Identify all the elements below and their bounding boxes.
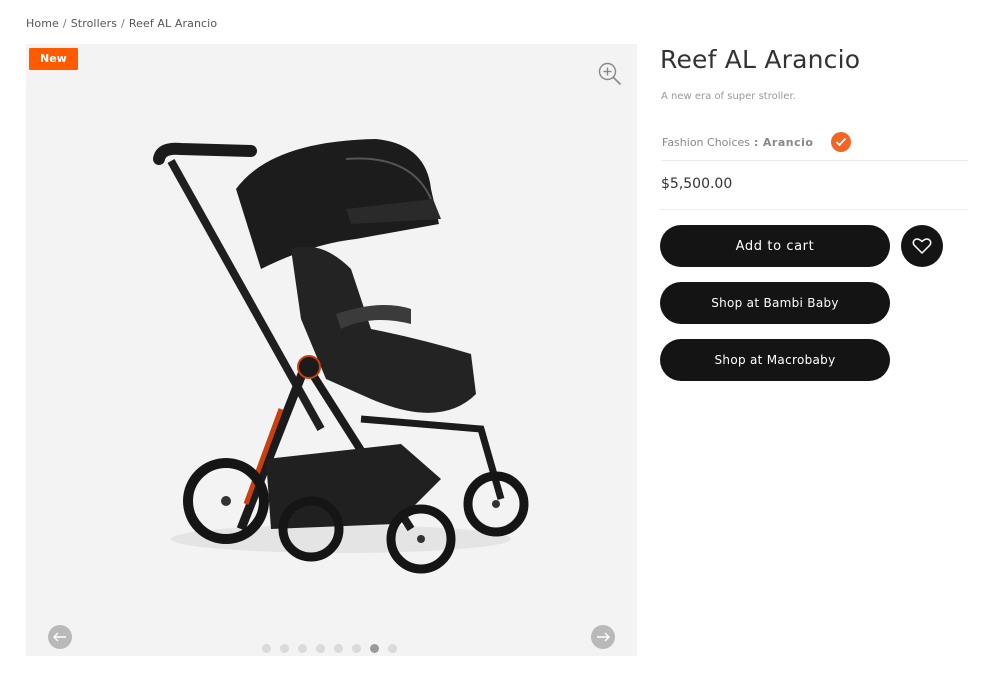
product-price: $5,500.00 <box>661 176 733 192</box>
fashion-choices-label: Fashion Choices <box>662 135 750 149</box>
check-icon <box>836 137 847 147</box>
gallery-dot-active[interactable] <box>370 644 379 653</box>
stroller-image <box>153 139 529 574</box>
gallery-dot[interactable] <box>334 644 343 653</box>
gallery-dots <box>262 644 397 653</box>
arrow-left-icon[interactable] <box>48 625 72 649</box>
fashion-choices: Fashion Choices : Arancio <box>662 132 968 161</box>
new-badge: New <box>29 48 78 70</box>
breadcrumb-home[interactable]: Home <box>26 17 59 30</box>
shop-macrobaby-button[interactable]: Shop at Macrobaby <box>660 339 890 381</box>
gallery-dot[interactable] <box>352 644 361 653</box>
gallery-dot[interactable] <box>388 644 397 653</box>
product-gallery: New <box>26 44 637 656</box>
gallery-dot[interactable] <box>298 644 307 653</box>
add-to-cart-button[interactable]: Add to cart <box>660 225 890 267</box>
breadcrumb-current: Reef AL Arancio <box>128 17 218 30</box>
breadcrumb-strollers[interactable]: Strollers <box>71 17 117 30</box>
heart-icon <box>912 238 932 255</box>
breadcrumb-separator: / <box>62 17 67 30</box>
color-swatch-arancio[interactable] <box>831 132 852 152</box>
gallery-dot[interactable] <box>280 644 289 653</box>
shop-bambi-baby-button[interactable]: Shop at Bambi Baby <box>660 282 890 324</box>
gallery-dot[interactable] <box>316 644 325 653</box>
zoom-in-icon[interactable] <box>597 61 623 87</box>
product-title: Reef AL Arancio <box>660 45 861 74</box>
product-subtitle: A new era of super stroller. <box>661 91 796 102</box>
breadcrumb: Home / Strollers / Reef AL Arancio <box>26 17 217 30</box>
arrow-right-icon[interactable] <box>591 625 615 649</box>
fashion-choices-value: Arancio <box>762 135 814 149</box>
gallery-dot[interactable] <box>262 644 271 653</box>
breadcrumb-separator: / <box>121 17 125 30</box>
divider <box>660 209 968 210</box>
fashion-choices-separator: : <box>754 135 759 149</box>
wishlist-button[interactable] <box>901 225 943 267</box>
